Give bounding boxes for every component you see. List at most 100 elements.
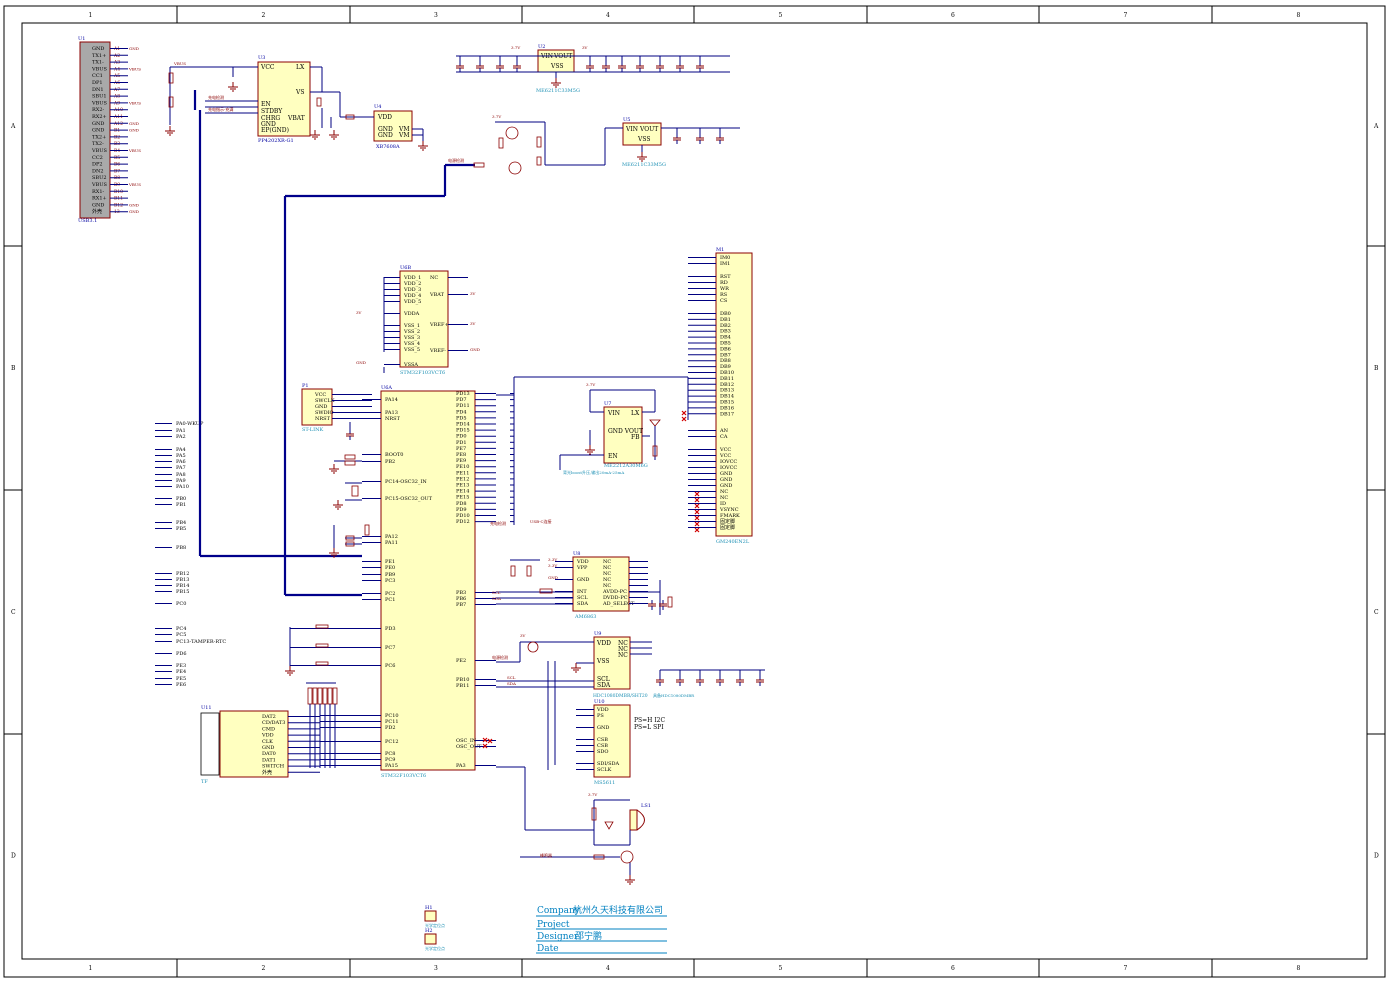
mcu-name: STM32F103VCT6 [381, 773, 426, 779]
light-sensor-ref: U8 [573, 551, 580, 557]
usb-pin-label: DP1 [92, 80, 103, 86]
charger-name: PP4202XR-G1 [258, 138, 294, 144]
net-gnd-vssa: GND [356, 360, 366, 365]
zone-col-top: 5 [779, 12, 783, 19]
ldo-top: U2 VIN VOUT VSS ME6211C33M5G [536, 44, 580, 94]
resistor [344, 454, 356, 460]
boost-pin-lx: LX [631, 410, 640, 417]
humidity-note: 具备HDC1080DMBR [653, 692, 695, 698]
light-sensor-name: AM6863 [574, 614, 596, 620]
io-header-label: PC0 [176, 601, 186, 607]
u6b-pin-label: VDD_5 [403, 299, 421, 305]
usb-net-gnd: GND [129, 46, 139, 51]
charger-pin-ep: EP(GND) [261, 127, 289, 134]
mcu-pin-right: PD12 [456, 519, 470, 525]
resistor [510, 565, 516, 577]
battery-protect-ref: U4 [374, 104, 381, 110]
mcu-pin-left: PC3 [385, 578, 395, 584]
mcu-pin-left: PC14-OSC32_IN [385, 479, 427, 485]
mcu-pin-right: PE8 [456, 452, 466, 458]
buzzer-symbol [636, 809, 645, 831]
usb-pin-label: VBUS [91, 100, 107, 106]
resistor [667, 596, 673, 608]
tf-pin-label: DAT0 [262, 751, 276, 757]
zone-col-bottom: 8 [1297, 965, 1301, 972]
mcu-pin-right: PD14 [456, 422, 470, 428]
net-charge-detect-2: 充电检测 [490, 520, 506, 526]
zone-col-bottom: 7 [1124, 965, 1128, 972]
usb-net-vbus: VBUS [128, 100, 141, 105]
lcd-pin-label: 固定脚 [720, 524, 735, 531]
zone-col-bottom: 6 [951, 965, 955, 972]
tf-pin-label: CLK [262, 739, 273, 745]
usb-pin-label: CC2 [92, 155, 103, 161]
mcu-pin-right: PD4 [456, 409, 467, 415]
mcu-pin-left: NRST [385, 416, 401, 422]
mcu-pin-left: PA11 [385, 540, 398, 546]
mcu-pin-left: PA14 [385, 397, 398, 403]
zone-row-left: B [11, 365, 16, 372]
u6b-pin-label: VSSA [403, 362, 418, 368]
usb-name: USB3.1 [78, 218, 97, 224]
resistor [327, 687, 333, 705]
mcu-pin-right: PD11 [456, 403, 470, 409]
charger-pin-vs: VS [295, 89, 304, 96]
net-scl-2: SCL [507, 675, 516, 680]
zone-col-top: 3 [434, 12, 438, 19]
stlink-name: ST-LINK [302, 427, 323, 433]
backlight-boost: U7 VIN LX GND VOUT FB EN ME2212A30M6G 背光… [563, 401, 648, 475]
net-sda-2: SDA [507, 681, 516, 686]
u6b-pin-right: VREF- [429, 348, 446, 354]
usb-pin-label: TX1- [92, 60, 104, 66]
usb-pin-label: GND [92, 202, 104, 208]
mosfet-q4 [620, 850, 634, 864]
mcu-pin-right: PD7 [456, 397, 467, 403]
boost-pin-en: EN [608, 453, 618, 460]
net-battery-detect-2: 电源检测 [492, 654, 508, 660]
tf-pin-label: SWITCH [262, 764, 285, 770]
net-buzzer: 蜂鸣器 [540, 852, 552, 858]
mcu-pin-right: PE9 [456, 458, 466, 464]
fiducial-h1-ref: H1 [425, 905, 433, 911]
mcu-pin-right: PA3 [456, 763, 466, 769]
tactile-switch [315, 643, 329, 648]
u6b-pin-right: VREF+ [429, 322, 449, 328]
u6b-pin-label: VDDA [403, 311, 420, 317]
mcu-pin-right: PD9 [456, 507, 467, 513]
u6b-pin-label: VSS_5 [403, 347, 420, 353]
zone-col-bottom: 4 [606, 965, 610, 972]
battery-protect-pin-vm2: VM [398, 132, 409, 139]
tf-card-name: TF [201, 779, 208, 785]
pressure-ref: U10 [594, 699, 605, 705]
stlink-ref: P1 [302, 383, 309, 389]
mcu-pin-left: BOOT0 [385, 452, 403, 458]
charger-ref: U3 [258, 55, 265, 61]
u10-pin-label: SCLK [597, 767, 612, 773]
mcu-pin-right: PE11 [456, 470, 469, 476]
u6b-pin-right: VBAT [429, 292, 445, 298]
fiducial-h1 [424, 910, 437, 922]
buzzer: LS1 [629, 803, 651, 831]
resistor [316, 97, 322, 107]
humidity-pin-sda: SDA [597, 682, 611, 689]
usb-pin-label: VBUS [91, 66, 107, 72]
usb-pin-label: VBUS [91, 148, 107, 154]
usb-net-vbus: VBUS [128, 66, 141, 71]
boost-ref: U7 [604, 401, 611, 407]
usb-pin-label: DN2 [92, 168, 104, 174]
boost-note: 背光boost升压,输出20mA-25mA [563, 469, 624, 475]
ldo-right-ref: U5 [623, 117, 630, 123]
diode-d1 [649, 419, 661, 427]
tf-pin-label: 外壳 [262, 769, 272, 776]
u8-pin-left: SDA [577, 601, 588, 607]
usb-pin-label: GND [92, 46, 104, 52]
resistor [332, 687, 338, 705]
io-header-label: PB8 [176, 545, 186, 551]
title-designer-value: 邵宁鹏 [575, 930, 602, 942]
mosfet-q3 [527, 641, 539, 653]
mcu-pin-right: PD5 [456, 415, 467, 421]
fiducial-h2 [424, 933, 437, 945]
mcu-power-ref: U6B [400, 265, 411, 271]
light-sensor-ic: U8 AM6863 VDDVPPGNDINTSCLSDANCNCNCNCNCAV… [555, 551, 648, 620]
u10-pin-label: SDO [597, 749, 609, 755]
